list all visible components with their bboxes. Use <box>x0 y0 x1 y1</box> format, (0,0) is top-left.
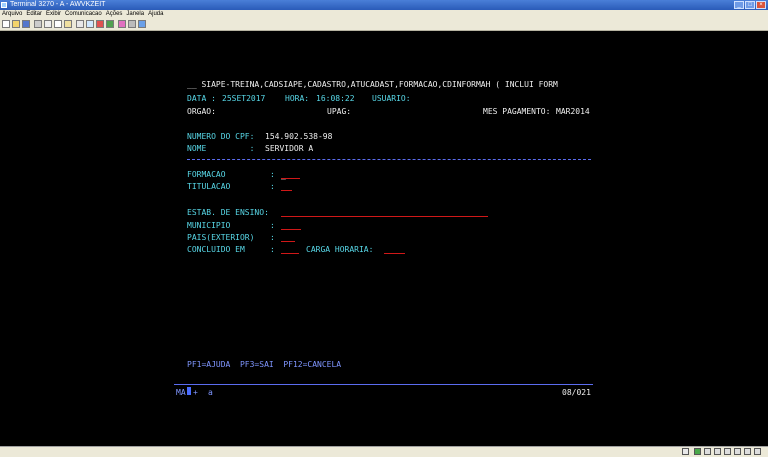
separator-line <box>187 159 591 160</box>
clock-icon <box>744 448 751 455</box>
menu-arquivo[interactable]: Arquivo <box>2 10 22 19</box>
formacao-label: FORMACAO <box>187 170 226 179</box>
window-title: Terminal 3270 - A - AWVKZEIT <box>10 1 106 8</box>
data-value: 25SET2017 <box>222 94 266 103</box>
menu-acoes[interactable]: Ações <box>106 10 123 19</box>
color-icon[interactable] <box>118 20 126 28</box>
upag-label: UPAG: <box>327 107 352 116</box>
help-icon[interactable] <box>138 20 146 28</box>
pais-exterior-label: PAIS(EXTERIOR) <box>187 233 255 242</box>
print-icon[interactable] <box>34 20 42 28</box>
nome-value: SERVIDOR A <box>265 144 314 153</box>
menu-exibir[interactable]: Exibir <box>46 10 61 19</box>
municipio-field[interactable] <box>281 229 301 230</box>
terminal-screen[interactable]: __ SIAPE-TREINA,CADSIAPE,CADASTRO,ATUCAD… <box>0 31 768 446</box>
menu-bar: Arquivo Editar Exibir Comunicacao Ações … <box>0 10 768 19</box>
minimize-icon[interactable]: _ <box>734 1 744 9</box>
new-icon[interactable] <box>2 20 10 28</box>
concluido-em-field[interactable] <box>281 253 299 254</box>
copy-icon[interactable] <box>54 20 62 28</box>
concluido-em-label: CONCLUIDO EM <box>187 245 245 254</box>
maximize-icon[interactable]: □ <box>745 1 755 9</box>
menu-janela[interactable]: Janela <box>126 10 144 19</box>
signal-icon <box>694 448 701 455</box>
oia-cursor <box>187 387 191 395</box>
toolbar <box>0 19 768 31</box>
open-icon[interactable] <box>12 20 20 28</box>
municipio-colon: : <box>270 221 275 230</box>
pf-keys-legend: PF1=AJUDA PF3=SAI PF12=CANCELA <box>187 360 342 369</box>
titulacao-colon: : <box>270 182 275 191</box>
oia-plus: + <box>193 388 198 397</box>
paste-icon[interactable] <box>64 20 72 28</box>
pais-exterior-field[interactable] <box>281 241 295 242</box>
oia-input-indicator: a <box>208 388 213 397</box>
orgao-label: ORGAO: <box>187 107 216 116</box>
oia-mode: MA <box>176 388 186 397</box>
nome-label: NOME : <box>187 144 255 153</box>
connection-icon <box>682 448 689 455</box>
menu-editar[interactable]: Editar <box>26 10 42 19</box>
titulacao-field[interactable] <box>281 190 292 191</box>
carga-horaria-label: CARGA HORARIA: <box>306 245 374 254</box>
concluido-colon: : <box>270 245 275 254</box>
settings-icon[interactable] <box>96 20 104 28</box>
data-label: DATA : <box>187 94 221 103</box>
cut-icon[interactable] <box>44 20 52 28</box>
header-line: __ SIAPE-TREINA,CADSIAPE,CADASTRO,ATUCAD… <box>187 80 558 89</box>
pais-colon: : <box>270 233 275 242</box>
session-icon <box>734 448 741 455</box>
window-controls: _ □ × <box>734 1 766 9</box>
lock-icon <box>704 448 711 455</box>
oia-separator <box>174 384 593 385</box>
menu-comunicacao[interactable]: Comunicacao <box>65 10 102 19</box>
keyboard-icon[interactable] <box>128 20 136 28</box>
mes-pagamento-label: MES PAGAMENTO: <box>483 107 551 116</box>
cpf-label: NUMERO DO CPF: <box>187 132 255 141</box>
formacao-colon: : <box>270 170 275 179</box>
estab-ensino-field[interactable] <box>281 216 488 217</box>
titulacao-label: TITULACAO <box>187 182 231 191</box>
printer-status-icon <box>724 448 731 455</box>
undo-icon[interactable] <box>76 20 84 28</box>
find-icon[interactable] <box>86 20 94 28</box>
formacao-field[interactable] <box>281 178 300 179</box>
menu-ajuda[interactable]: Ajuda <box>148 10 163 19</box>
macro-icon[interactable] <box>106 20 114 28</box>
estab-ensino-label: ESTAB. DE ENSINO: <box>187 208 269 217</box>
usuario-label: USUARIO: <box>372 94 411 103</box>
options-icon <box>754 448 761 455</box>
title-bar: Terminal 3270 - A - AWVKZEIT _ □ × <box>0 0 768 10</box>
mes-pagamento-value: MAR2014 <box>556 107 590 116</box>
app-icon <box>1 2 7 8</box>
cursor-position: 08/021 <box>562 388 591 397</box>
carga-horaria-field[interactable] <box>384 253 405 254</box>
hora-label: HORA: <box>285 94 314 103</box>
hora-value: 16:08:22 <box>316 94 355 103</box>
cpf-value: 154.902.538-98 <box>265 132 333 141</box>
save-icon[interactable] <box>22 20 30 28</box>
close-icon[interactable]: × <box>756 1 766 9</box>
municipio-label: MUNICIPIO <box>187 221 231 230</box>
keyboard-status-icon <box>714 448 721 455</box>
status-bar <box>0 446 768 457</box>
